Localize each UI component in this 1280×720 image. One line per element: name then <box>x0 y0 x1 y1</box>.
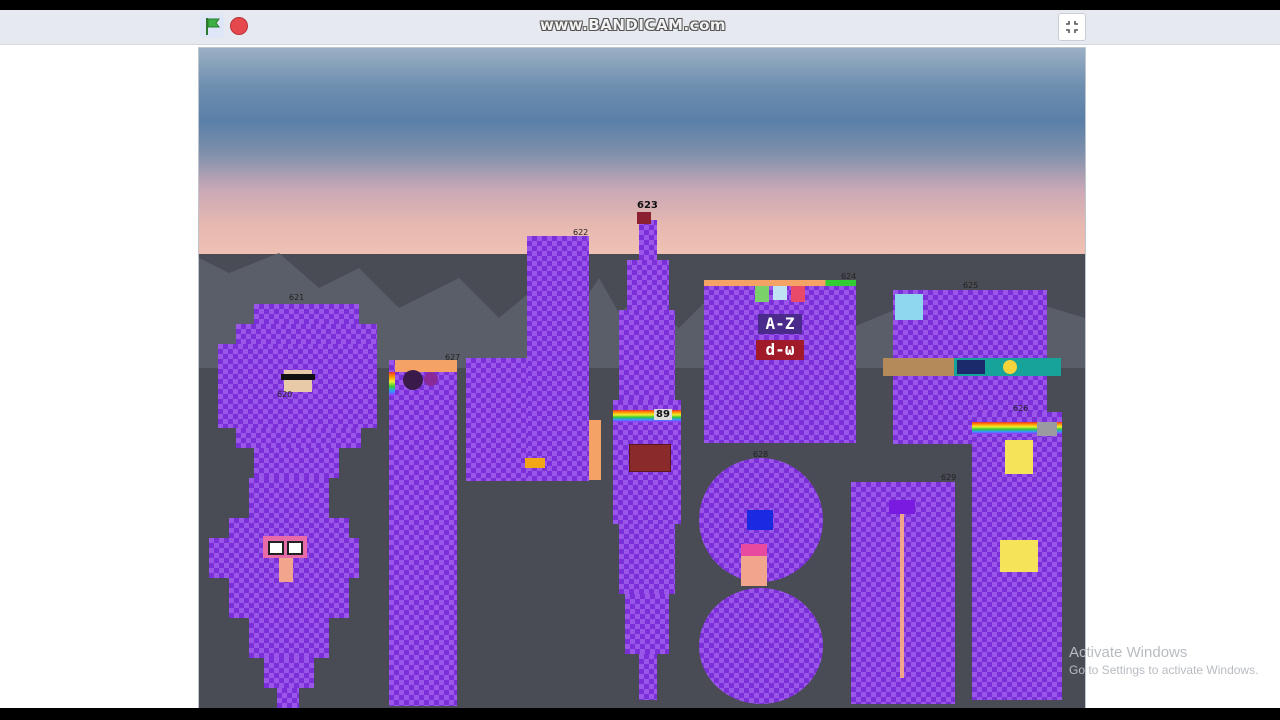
fullscreen-icon <box>1066 21 1078 33</box>
sunglasses <box>281 374 315 380</box>
label-629: 629 <box>941 473 957 482</box>
label-625: 625 <box>963 281 979 290</box>
activate-title: Activate Windows <box>1069 644 1188 661</box>
label-621: 621 <box>289 293 305 302</box>
top-black-bar <box>0 0 1280 10</box>
windows-activation-notice: Activate Windows Go to Settings to activ… <box>1069 644 1258 677</box>
sign-az: A-Z <box>758 314 802 334</box>
activate-subtitle: Go to Settings to activate Windows. <box>1069 663 1259 677</box>
green-flag-button[interactable] <box>200 14 224 38</box>
label-620: 620 <box>277 390 293 399</box>
fullscreen-button[interactable] <box>1058 13 1086 41</box>
bandicam-watermark: www.BANDICAM.com <box>540 16 727 34</box>
label-628: 628 <box>753 450 769 459</box>
label-626: 626 <box>1013 404 1029 413</box>
bottom-black-bar <box>0 708 1280 720</box>
label-622: 622 <box>573 228 589 237</box>
label-627: 627 <box>445 353 461 362</box>
game-stage[interactable]: 621 620 627 622 623 89 A-Z d-ω 624 625 6… <box>198 47 1086 709</box>
sign-dw: d-ω <box>756 340 804 360</box>
label-624: 624 <box>841 272 857 281</box>
pirate-hat <box>629 444 671 472</box>
green-flag-icon <box>206 18 220 35</box>
label-89: 89 <box>654 409 672 420</box>
rainbow-stripe <box>389 372 395 396</box>
stop-button[interactable] <box>230 17 248 35</box>
label-623: 623 <box>637 200 658 211</box>
